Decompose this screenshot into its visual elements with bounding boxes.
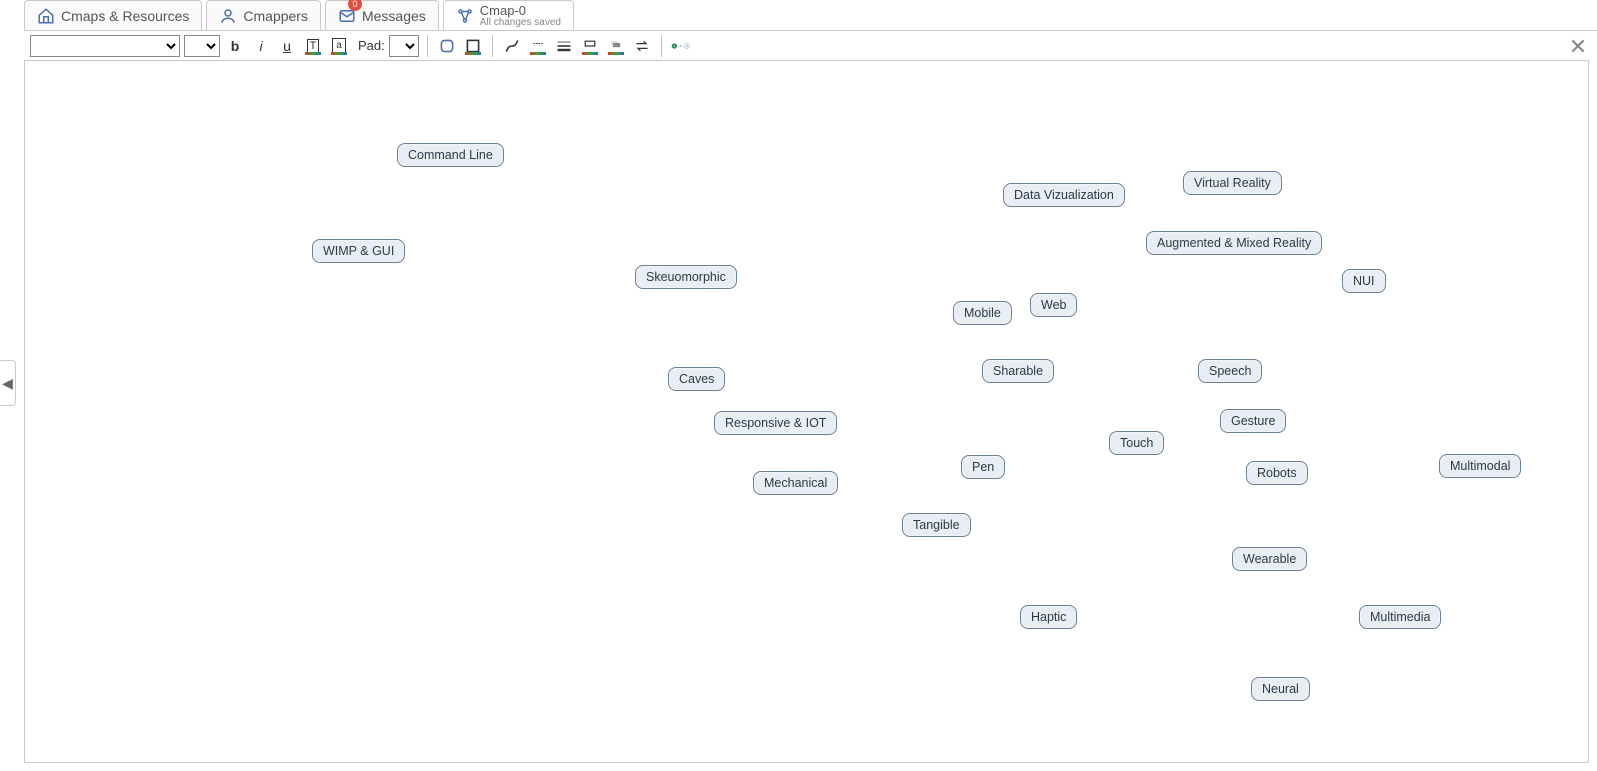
concept-node-mechanical[interactable]: Mechanical [753,471,838,495]
svg-text:?: ? [686,44,688,48]
highlight-color-button[interactable]: a [328,35,350,57]
tab-label: Messages [362,8,426,24]
concept-node-speech[interactable]: Speech [1198,359,1262,383]
tab-cmappers[interactable]: Cmappers [206,0,321,30]
shape-style-button[interactable] [436,35,458,57]
separator [492,35,493,57]
user-icon [219,7,237,25]
concept-node-aug-mixed[interactable]: Augmented & Mixed Reality [1146,231,1322,255]
text-color-button[interactable]: T [302,35,324,57]
fill-color-button[interactable] [462,35,484,57]
concept-node-skeuomorphic[interactable]: Skeuomorphic [635,265,737,289]
concept-node-data-viz[interactable]: Data Vizualization [1003,183,1125,207]
cmap-icon [456,7,474,25]
concept-node-multimodal[interactable]: Multimodal [1439,454,1521,478]
line-weight-button[interactable] [553,35,575,57]
save-status: All changes saved [480,18,561,28]
concept-node-touch[interactable]: Touch [1109,431,1164,455]
concept-node-web[interactable]: Web [1030,293,1077,317]
format-toolbar: b i u T a Pad: [24,30,1597,60]
concept-node-nui[interactable]: NUI [1342,269,1386,293]
concept-node-pen[interactable]: Pen [961,455,1005,479]
close-editor-button[interactable]: ✕ [1567,36,1589,58]
concept-node-gesture[interactable]: Gesture [1220,409,1286,433]
current-cmap-name: Cmap-0 [480,3,561,18]
border-color-button[interactable] [579,35,601,57]
line-style-button[interactable] [501,35,523,57]
concept-node-mobile[interactable]: Mobile [953,301,1012,325]
underline-button[interactable]: u [276,35,298,57]
tab-resources[interactable]: Cmaps & Resources [24,0,202,30]
canvas-scroll-area[interactable]: Command Line WIMP & GUI Skeuomorphic Data V… [24,60,1589,763]
padding-select[interactable] [389,35,419,57]
concept-node-multimedia[interactable]: Multimedia [1359,605,1441,629]
arrow-direction-button[interactable] [631,35,653,57]
concept-node-wimp-gui[interactable]: WIMP & GUI [312,239,405,263]
home-icon [37,7,55,25]
font-family-select[interactable] [30,35,180,57]
help-linked-button[interactable]: ? ? [670,35,692,57]
messages-badge: 0 [348,0,362,11]
cmap-canvas[interactable]: Command Line WIMP & GUI Skeuomorphic Data V… [25,61,1589,763]
concept-node-tangible[interactable]: Tangible [902,513,971,537]
italic-button[interactable]: i [250,35,272,57]
concept-node-haptic[interactable]: Haptic [1020,605,1077,629]
concept-node-virtual-reality[interactable]: Virtual Reality [1183,171,1282,195]
concept-node-caves[interactable]: Caves [668,367,725,391]
shadow-button[interactable] [605,35,627,57]
tab-current-cmap[interactable]: Cmap-0 All changes saved [443,0,574,30]
sidebar-expand-handle[interactable]: ◀ [0,360,16,406]
concept-node-sharable[interactable]: Sharable [982,359,1054,383]
svg-text:?: ? [673,44,675,48]
concept-node-robots[interactable]: Robots [1246,461,1308,485]
tab-label: Cmaps & Resources [61,8,189,24]
concept-node-wearable[interactable]: Wearable [1232,547,1307,571]
pad-label: Pad: [358,38,385,53]
bold-button[interactable]: b [224,35,246,57]
concept-node-responsive-iot[interactable]: Responsive & IOT [714,411,837,435]
concept-node-command-line[interactable]: Command Line [397,143,504,167]
separator [661,35,662,57]
tab-label: Cmappers [243,8,308,24]
concept-node-neural[interactable]: Neural [1251,677,1310,701]
font-size-select[interactable] [184,35,220,57]
tab-messages[interactable]: 0 Messages [325,0,439,30]
separator [427,35,428,57]
tab-strip: Cmaps & Resources Cmappers 0 Messages Cm… [0,0,1597,30]
line-dash-button[interactable] [527,35,549,57]
